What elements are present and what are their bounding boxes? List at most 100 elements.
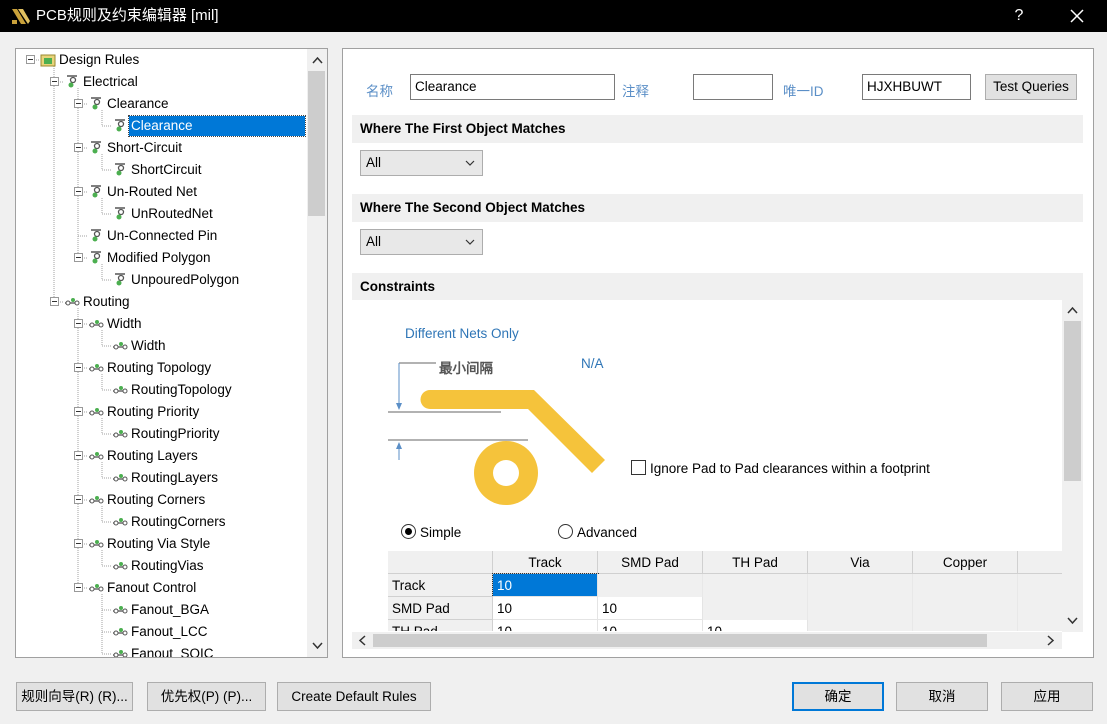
grid-cell-empty xyxy=(808,620,913,631)
grid-cell[interactable]: 10 xyxy=(598,620,703,631)
tree-item-label: Clearance xyxy=(128,115,306,137)
tree-item-label: RoutingTopology xyxy=(131,382,232,397)
tree-collapse-icon[interactable] xyxy=(74,451,83,460)
constraints-hscroll-thumb[interactable] xyxy=(373,634,987,647)
tree-item-label: Fanout_LCC xyxy=(131,624,208,639)
electrical-rule-icon xyxy=(91,251,101,264)
create-default-rules-button[interactable]: Create Default Rules xyxy=(277,682,431,711)
tree-vertical-scrollbar[interactable] xyxy=(307,49,327,657)
tree-collapse-icon[interactable] xyxy=(74,363,83,372)
first-match-select[interactable]: All xyxy=(360,150,483,176)
routing-rule-icon xyxy=(113,430,128,438)
window-title: PCB规则及约束编辑器 [mil] xyxy=(36,7,219,24)
constraints-horizontal-scrollbar[interactable] xyxy=(352,632,1062,649)
routing-rule-icon xyxy=(113,628,128,636)
rule-wizard-button[interactable]: 规则向导(R) (R)... xyxy=(16,682,133,711)
test-queries-button[interactable]: Test Queries xyxy=(985,74,1077,100)
advanced-radio[interactable] xyxy=(558,524,573,539)
net-scope-label[interactable]: Different Nets Only xyxy=(405,326,519,341)
electrical-rule-icon xyxy=(115,273,125,286)
tree-scroll-thumb[interactable] xyxy=(308,71,325,216)
close-icon[interactable] xyxy=(1058,0,1096,32)
cancel-button[interactable]: 取消 xyxy=(896,682,988,711)
tree-collapse-icon[interactable] xyxy=(74,583,83,592)
grid-cell[interactable]: 10 xyxy=(703,620,808,631)
tree-collapse-icon[interactable] xyxy=(74,539,83,548)
tree-item-label: Short-Circuit xyxy=(107,140,183,155)
tree-collapse-icon[interactable] xyxy=(74,319,83,328)
second-match-select[interactable]: All xyxy=(360,229,483,255)
grid-cell-empty xyxy=(703,597,808,620)
tree-item-label: UnpouredPolygon xyxy=(131,272,240,287)
tree-collapse-icon[interactable] xyxy=(74,495,83,504)
grid-cell-empty xyxy=(1018,620,1062,631)
name-label: 名称 xyxy=(366,84,393,99)
ok-button[interactable]: 确定 xyxy=(792,682,884,711)
tree-item-label: UnRoutedNet xyxy=(131,206,213,221)
grid-cell[interactable]: 10 xyxy=(598,597,703,620)
tree-item-label: Fanout_SOIC xyxy=(131,646,214,658)
tree-item-label: RoutingVias xyxy=(131,558,204,573)
routing-rule-icon xyxy=(65,298,80,306)
rules-tree[interactable]: Design Rules Electrical Clearance Clearance… xyxy=(15,48,328,658)
grid-cell-empty xyxy=(1018,574,1062,597)
grid-cell-empty xyxy=(913,574,1018,597)
grid-cell[interactable]: 10 xyxy=(493,620,598,631)
ignore-pad-checkbox[interactable] xyxy=(631,460,646,475)
name-input[interactable]: Clearance xyxy=(410,74,615,100)
clearance-grid[interactable]: TrackSMD PadTH PadViaCopperTTrack10SMD P… xyxy=(388,551,1062,631)
tree-item-label: Routing Layers xyxy=(107,448,198,463)
priorities-button[interactable]: 优先权(P) (P)... xyxy=(147,682,266,711)
grid-cell[interactable]: 10 xyxy=(492,573,599,598)
tree-item-label: Un-Connected Pin xyxy=(107,228,218,243)
tree-item-label: RoutingLayers xyxy=(131,470,219,485)
electrical-rule-icon xyxy=(91,185,101,198)
apply-button[interactable]: 应用 xyxy=(1001,682,1093,711)
scroll-up-icon[interactable] xyxy=(1064,302,1081,319)
grid-cell-empty xyxy=(913,597,1018,620)
grid-cell[interactable]: 10 xyxy=(493,597,598,620)
scroll-down-icon[interactable] xyxy=(1064,612,1081,629)
tree-collapse-icon[interactable] xyxy=(50,77,59,86)
tree-collapse-icon[interactable] xyxy=(50,297,59,306)
tree-collapse-icon[interactable] xyxy=(74,253,83,262)
constraints-header: Constraints xyxy=(352,273,1083,301)
chevron-down-icon xyxy=(465,160,475,166)
grid-row-header: Track xyxy=(388,574,493,597)
tree-item-label: Fanout Control xyxy=(107,580,197,595)
routing-rule-icon xyxy=(89,540,104,548)
grid-cell-empty xyxy=(808,597,913,620)
scroll-left-icon[interactable] xyxy=(354,632,371,649)
grid-column-header: SMD Pad xyxy=(598,551,703,574)
tree-item-label: RoutingPriority xyxy=(131,426,220,441)
scroll-up-icon[interactable] xyxy=(309,52,326,69)
tree-collapse-icon[interactable] xyxy=(74,99,83,108)
grid-cell-empty xyxy=(913,620,1018,631)
constraints-scroll-thumb[interactable] xyxy=(1064,321,1081,481)
constraints-vertical-scrollbar[interactable] xyxy=(1062,300,1083,632)
grid-corner xyxy=(388,551,493,574)
grid-cell-empty xyxy=(598,574,703,597)
simple-radio-label[interactable]: Simple xyxy=(420,525,461,540)
ignore-pad-label[interactable]: Ignore Pad to Pad clearances within a fo… xyxy=(650,461,930,476)
comment-input[interactable] xyxy=(693,74,773,100)
grid-column-header: T xyxy=(1018,551,1062,574)
grid-cell-empty xyxy=(808,574,913,597)
electrical-rule-icon xyxy=(67,75,77,88)
advanced-radio-label[interactable]: Advanced xyxy=(577,525,637,540)
tree-collapse-icon[interactable] xyxy=(26,55,35,64)
routing-rule-icon xyxy=(113,606,128,614)
tree-collapse-icon[interactable] xyxy=(74,143,83,152)
routing-rule-icon xyxy=(89,584,104,592)
simple-radio[interactable] xyxy=(401,524,416,539)
unique-id-input[interactable]: HJXHBUWT xyxy=(862,74,971,100)
scroll-down-icon[interactable] xyxy=(309,637,326,654)
tree-collapse-icon[interactable] xyxy=(74,187,83,196)
grid-cell-empty xyxy=(703,574,808,597)
scroll-right-icon[interactable] xyxy=(1042,632,1059,649)
help-button[interactable]: ? xyxy=(1002,0,1036,32)
routing-rule-icon xyxy=(113,386,128,394)
tree-collapse-icon[interactable] xyxy=(74,407,83,416)
routing-rule-icon xyxy=(89,496,104,504)
tree-item-label: Width xyxy=(131,338,166,353)
